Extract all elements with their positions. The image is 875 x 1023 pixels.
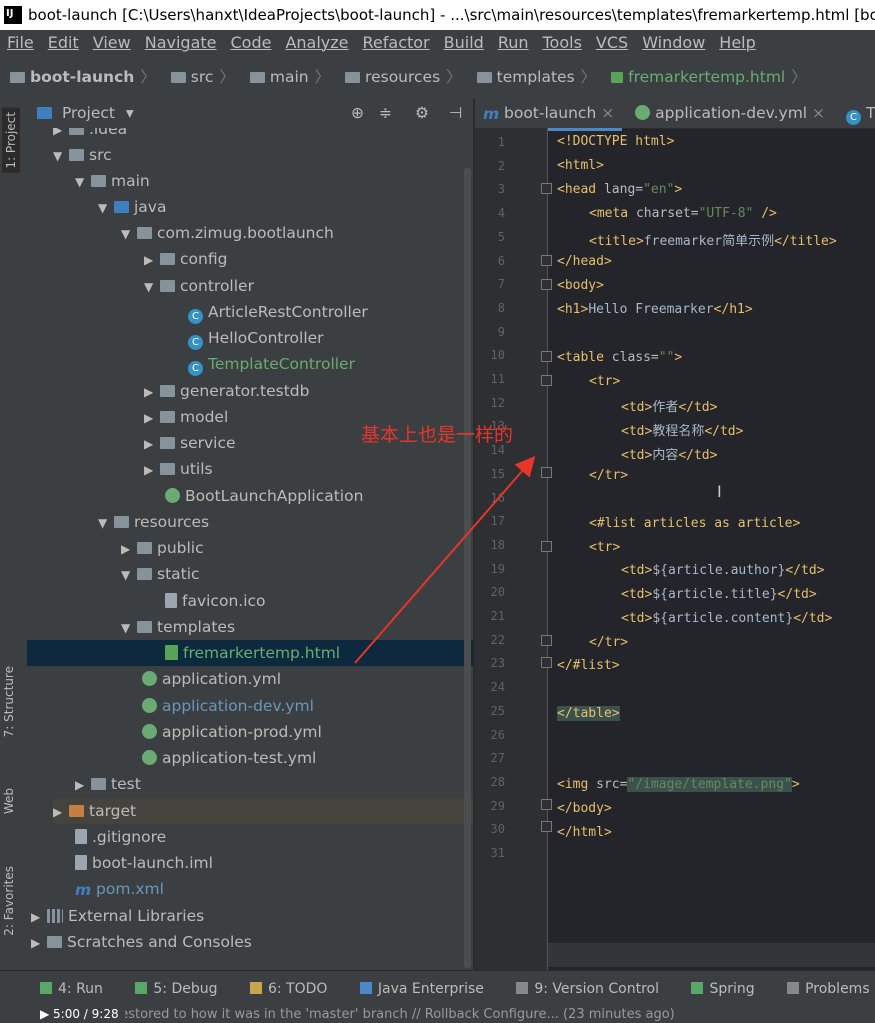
player-time: ▶ 5:00 / 9:28 <box>40 1006 125 1023</box>
run-tool-button[interactable]: 4: Run <box>40 971 103 1007</box>
problems-icon <box>787 982 800 994</box>
bottom-tool-bar: 4: Run 5: Debug 6: TODO Java Enterprise … <box>0 970 875 1007</box>
status-bar: Workspace restored to how it was in the … <box>0 1006 875 1023</box>
status-message[interactable]: Workspace restored to how it was in the … <box>40 1007 675 1022</box>
vcs-icon <box>516 982 529 994</box>
problems-tool-button[interactable]: Problems <box>787 971 870 1007</box>
version-control-tool-button[interactable]: 9: Version Control <box>516 971 659 1007</box>
todo-icon <box>249 982 262 994</box>
debug-icon <box>135 982 148 994</box>
spring-tool-button[interactable]: Spring <box>691 971 755 1007</box>
java-enterprise-tool-button[interactable]: Java Enterprise <box>359 971 484 1007</box>
debug-tool-button[interactable]: 5: Debug <box>135 971 218 1007</box>
run-icon <box>40 982 52 994</box>
annotation-text: 基本上也是一样的 <box>361 424 514 446</box>
java-enterprise-icon <box>359 982 372 994</box>
spring-icon <box>691 982 704 994</box>
todo-tool-button[interactable]: 6: TODO <box>249 971 327 1007</box>
annotation-arrow <box>354 455 536 664</box>
